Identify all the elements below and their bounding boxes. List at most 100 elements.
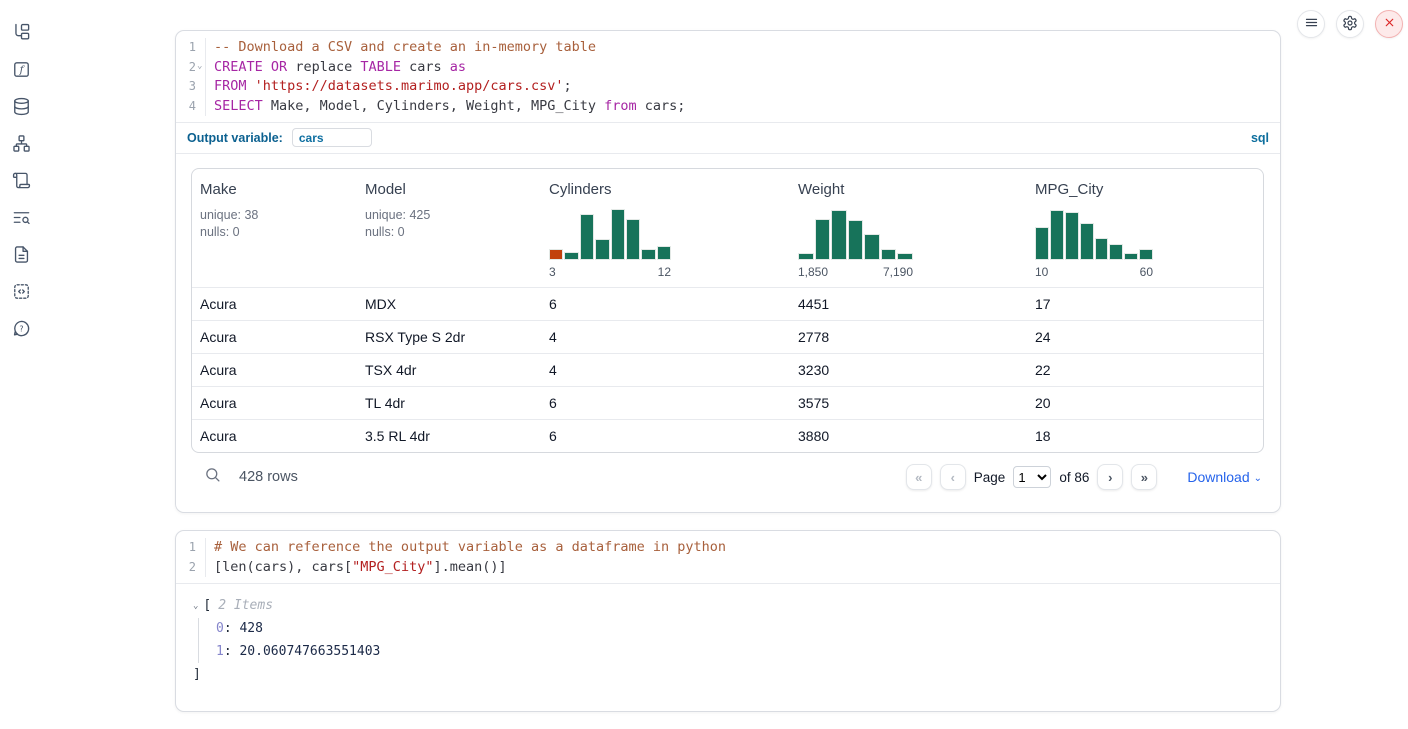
table-cell: 6	[541, 296, 790, 312]
column-name: Weight	[798, 181, 1019, 198]
fold-chevron-icon[interactable]: ⌄	[197, 62, 202, 71]
histogram-bar	[831, 210, 847, 260]
documentation-icon[interactable]	[11, 244, 31, 264]
notebook: 1-- Download a CSV and create an in-memo…	[175, 30, 1281, 712]
items-count-label: 2 Items	[218, 596, 273, 616]
shutdown-button[interactable]	[1375, 10, 1403, 38]
table-cell: 4451	[790, 296, 1027, 312]
histogram[interactable]	[549, 207, 671, 260]
pagination: « ‹ Page 1 of 86 › » Download ⌄	[906, 464, 1262, 490]
axis-max-label: 7,190	[883, 265, 913, 279]
close-bracket: ]	[193, 665, 1264, 685]
next-page-button[interactable]: ›	[1097, 464, 1123, 490]
table-footer: 428 rows « ‹ Page 1 of 86 › » Download ⌄	[191, 460, 1264, 494]
last-page-button[interactable]: »	[1131, 464, 1157, 490]
gear-icon	[1342, 15, 1358, 34]
column-header-model[interactable]: Model unique: 425 nulls: 0	[357, 169, 541, 287]
table-cell: Acura	[192, 428, 357, 444]
variables-icon[interactable]: f	[11, 59, 31, 79]
line-number: 1	[176, 38, 206, 58]
help-chat-icon[interactable]: ?	[11, 318, 31, 338]
histogram-bar	[1080, 223, 1094, 260]
table-cell: 2778	[790, 329, 1027, 345]
table-row: AcuraTSX 4dr4323022	[192, 353, 1263, 386]
histogram-bar	[549, 249, 563, 260]
histogram-bar	[848, 220, 864, 260]
table-cell: 18	[1027, 428, 1263, 444]
table-cell: 22	[1027, 362, 1263, 378]
download-label: Download	[1187, 469, 1249, 485]
column-header-mpg-city[interactable]: MPG_City 1060	[1027, 169, 1263, 287]
entry-key: 1	[216, 644, 224, 659]
output-variable-input[interactable]	[292, 128, 372, 147]
histogram-bar	[798, 253, 814, 260]
histogram[interactable]	[798, 207, 913, 260]
sql-cell-output: Make unique: 38 nulls: 0 Model unique: 4…	[176, 154, 1280, 512]
histogram[interactable]	[1035, 207, 1153, 260]
table-cell: 3575	[790, 395, 1027, 411]
collapse-chevron-icon[interactable]: ⌄	[193, 596, 198, 616]
table-header: Make unique: 38 nulls: 0 Model unique: 4…	[192, 169, 1263, 287]
axis-min-label: 3	[549, 265, 556, 279]
tree-entries: 0: 4281: 20.060747663551403	[198, 618, 1264, 663]
svg-text:f: f	[18, 64, 25, 76]
table-cell: Acura	[192, 362, 357, 378]
column-header-weight[interactable]: Weight 1,850 7,190	[790, 169, 1027, 287]
table-cell: 17	[1027, 296, 1263, 312]
open-bracket: [	[203, 596, 211, 616]
python-code-editor[interactable]: 1# We can reference the output variable …	[176, 531, 1280, 584]
axis-max-label: 60	[1140, 265, 1153, 279]
datasources-icon[interactable]	[11, 96, 31, 116]
table-row: Acura3.5 RL 4dr6388018	[192, 419, 1263, 452]
histogram-bar	[595, 239, 609, 260]
notebook-actions	[1297, 10, 1403, 38]
histogram-bar	[1050, 210, 1064, 260]
histogram-bar	[641, 249, 655, 260]
download-button[interactable]: Download ⌄	[1187, 469, 1262, 485]
file-tree-icon[interactable]	[11, 22, 31, 42]
histogram-bar	[1109, 244, 1123, 260]
column-header-make[interactable]: Make unique: 38 nulls: 0	[192, 169, 357, 287]
page-label: Page	[974, 470, 1006, 485]
table-cell: 6	[541, 428, 790, 444]
sql-cell: 1-- Download a CSV and create an in-memo…	[175, 30, 1281, 513]
prev-page-button[interactable]: ‹	[940, 464, 966, 490]
svg-text:?: ?	[19, 324, 23, 333]
entry-value: 428	[239, 621, 262, 636]
shutdown-x-icon	[1383, 16, 1396, 32]
logs-icon[interactable]	[11, 170, 31, 190]
table-cell: 4	[541, 362, 790, 378]
histogram-bar	[1139, 249, 1153, 260]
table-cell: RSX Type S 2dr	[357, 329, 541, 345]
histogram-axis: 312	[549, 265, 671, 279]
dependencies-icon[interactable]	[11, 133, 31, 153]
first-page-button[interactable]: «	[906, 464, 932, 490]
search-logs-icon[interactable]	[11, 207, 31, 227]
output-variable-label: Output variable:	[187, 131, 283, 145]
page-select[interactable]: 1	[1013, 466, 1051, 488]
line-number: 2	[176, 558, 206, 578]
histogram-bar	[864, 234, 880, 261]
tree-entry: 0: 428	[216, 618, 1264, 641]
chevron-down-icon: ⌄	[1254, 473, 1262, 484]
line-number: 4	[176, 97, 206, 117]
histogram-bar	[897, 253, 913, 260]
sql-code-editor[interactable]: 1-- Download a CSV and create an in-memo…	[176, 31, 1280, 122]
snippets-icon[interactable]	[11, 281, 31, 301]
table-row: AcuraRSX Type S 2dr4277824	[192, 320, 1263, 353]
search-button[interactable]	[204, 466, 221, 488]
column-name: Make	[200, 181, 349, 198]
dataframe-table: Make unique: 38 nulls: 0 Model unique: 4…	[191, 168, 1264, 453]
table-cell: Acura	[192, 329, 357, 345]
histogram-bar	[1035, 227, 1049, 260]
entry-key: 0	[216, 621, 224, 636]
menu-button[interactable]	[1297, 10, 1325, 38]
table-cell: MDX	[357, 296, 541, 312]
line-number: 1	[176, 538, 206, 558]
settings-button[interactable]	[1336, 10, 1364, 38]
search-icon	[204, 466, 221, 488]
table-cell: 3.5 RL 4dr	[357, 428, 541, 444]
column-header-cylinders[interactable]: Cylinders 312	[541, 169, 790, 287]
axis-min-label: 1,850	[798, 265, 828, 279]
table-row: AcuraMDX6445117	[192, 287, 1263, 320]
